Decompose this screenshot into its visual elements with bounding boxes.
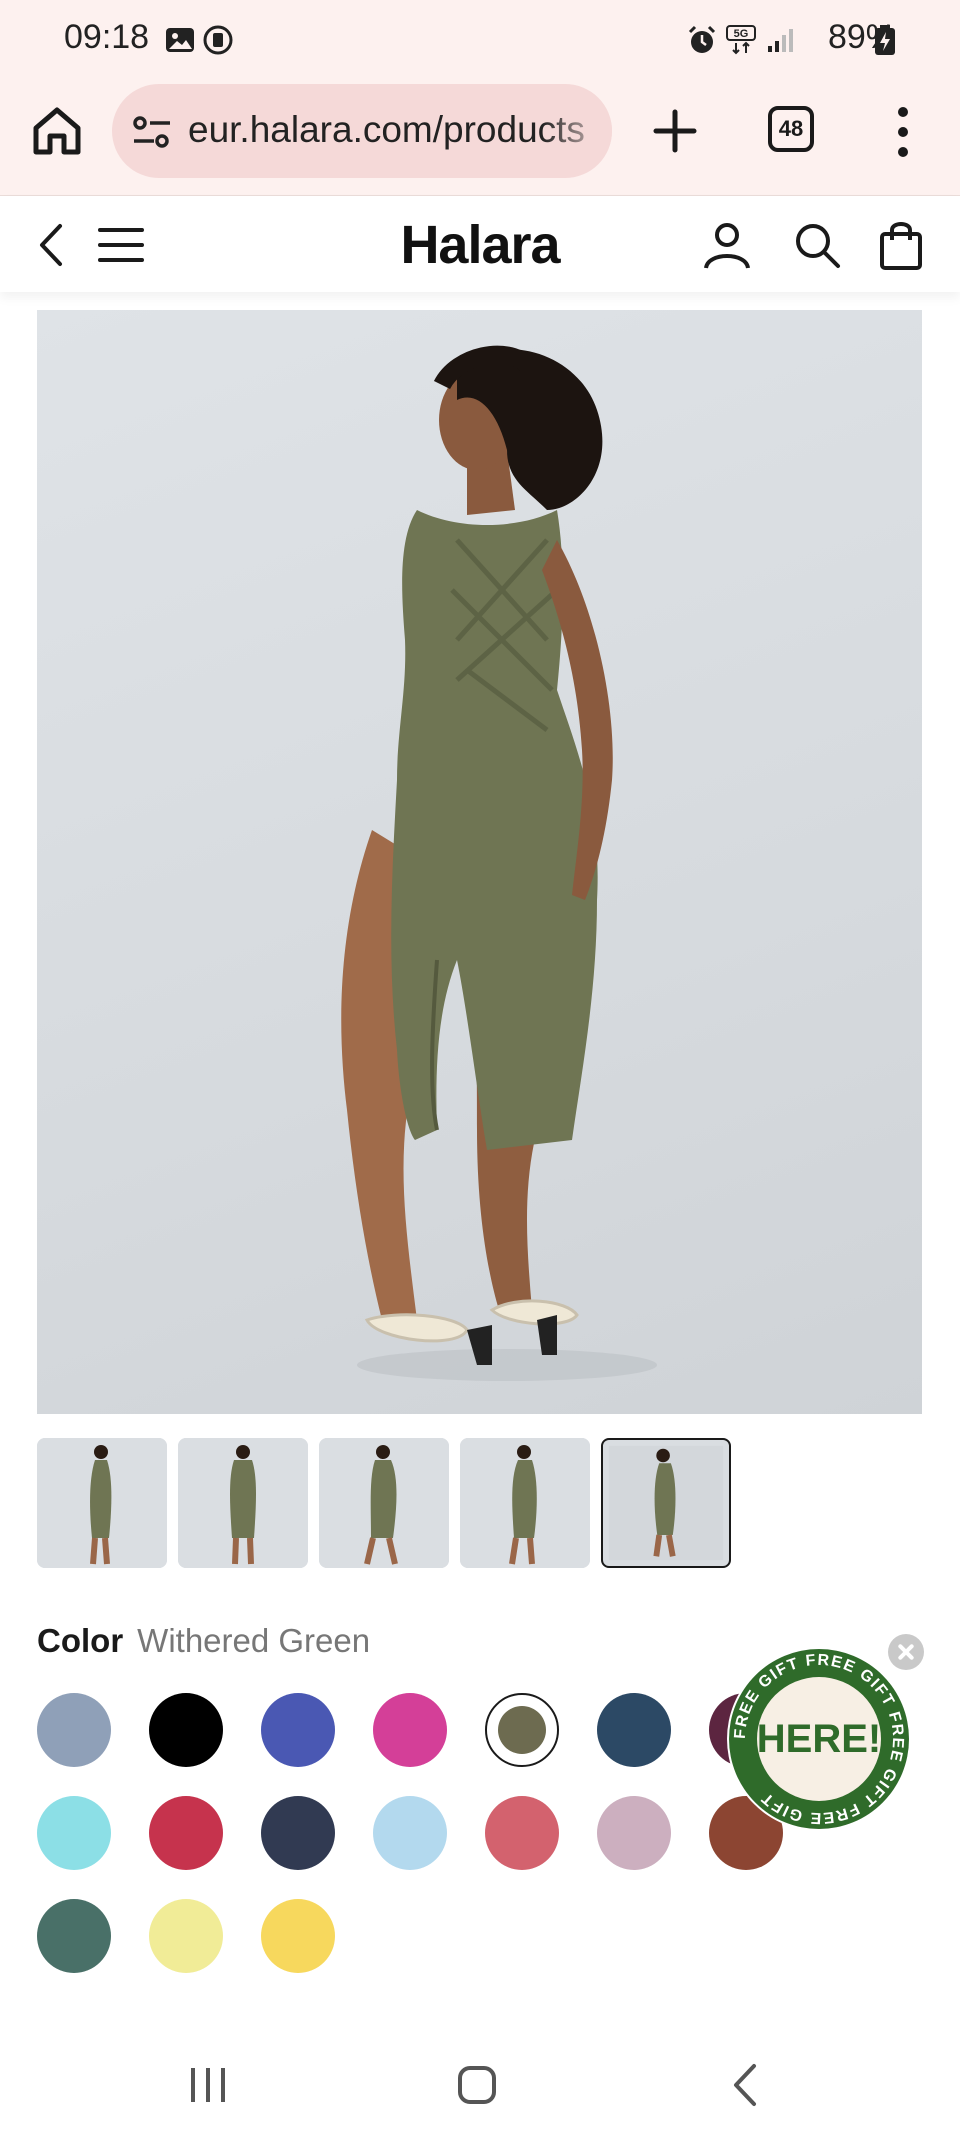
home-icon[interactable] [30,104,84,158]
address-bar[interactable]: eur.halara.com/products [112,84,612,178]
tab-switcher-button[interactable]: 48 [768,106,814,152]
alarm-icon [688,25,716,53]
color-swatch[interactable] [373,1796,447,1870]
url-text: eur.halara.com/products [188,109,585,150]
gift-close-button[interactable] [888,1634,924,1670]
recent-apps-icon[interactable] [183,2060,233,2110]
image-icon [166,28,194,52]
color-swatch[interactable] [37,1796,111,1870]
thumbnail-3[interactable] [319,1438,449,1568]
url-fade [542,84,612,178]
gift-center-text: HERE! [757,1717,881,1761]
thumbnail-5[interactable] [601,1438,731,1568]
svg-text:5G: 5G [734,28,749,40]
product-main-image[interactable] [37,310,922,1414]
thumbnail-4[interactable] [460,1438,590,1568]
cart-icon[interactable] [876,220,926,270]
free-gift-badge[interactable]: FREE GIFT FREE GIFT FREE GIFT FREE GIFT … [726,1646,912,1832]
selected-color-name: Withered Green [137,1622,371,1659]
color-swatch[interactable] [261,1899,335,1973]
signal-icon [768,29,793,52]
color-label: Color [37,1622,124,1659]
model-illustration [341,345,657,1381]
color-heading: Color Withered Green [37,1622,370,1660]
status-bar: 09:18 5G 89% [0,0,960,78]
more-menu-icon[interactable] [888,102,918,162]
account-icon[interactable] [702,220,752,270]
site-header: Halara [0,196,960,292]
thumbnail-2[interactable] [178,1438,308,1568]
status-time: 09:18 [64,18,150,56]
search-icon[interactable] [792,220,842,270]
color-swatch[interactable] [149,1693,223,1767]
site-settings-icon[interactable] [132,114,172,150]
thumbnail-strip [37,1438,937,1568]
color-swatch[interactable] [261,1796,335,1870]
screen-record-icon [203,25,233,55]
color-swatch[interactable] [485,1693,559,1767]
home-nav-icon[interactable] [452,2060,502,2110]
browser-toolbar: eur.halara.com/products 48 [0,78,960,196]
back-nav-icon[interactable] [722,2060,772,2110]
thumbnail-1[interactable] [37,1438,167,1568]
battery-charging-icon [875,25,895,55]
color-swatch[interactable] [149,1796,223,1870]
color-swatch[interactable] [37,1693,111,1767]
color-swatch[interactable] [261,1693,335,1767]
color-swatch-fill [498,1706,546,1754]
color-swatch[interactable] [373,1693,447,1767]
color-swatch[interactable] [149,1899,223,1973]
system-nav-bar [0,2040,960,2133]
color-swatch[interactable] [37,1899,111,1973]
color-swatch[interactable] [597,1693,671,1767]
new-tab-icon[interactable] [648,104,702,158]
color-swatch[interactable] [485,1796,559,1870]
5g-icon: 5G [726,25,756,55]
color-swatch[interactable] [597,1796,671,1870]
